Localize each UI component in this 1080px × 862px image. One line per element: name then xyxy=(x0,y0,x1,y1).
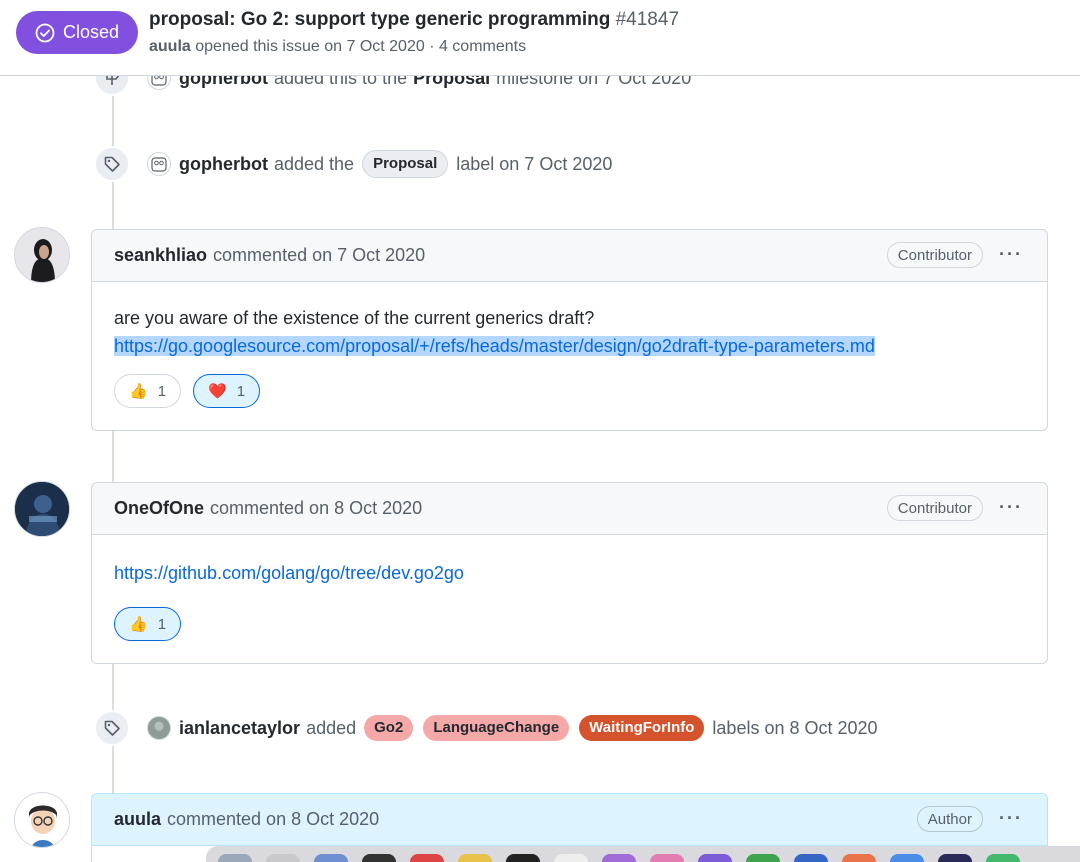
avatar-oneofone[interactable] xyxy=(14,481,70,537)
dock-app-icon[interactable] xyxy=(650,854,684,862)
issue-title: proposal: Go 2: support type generic pro… xyxy=(149,9,679,31)
comment-text: are you aware of the existence of the cu… xyxy=(114,308,595,328)
ianlancetaylor-avatar[interactable] xyxy=(147,716,171,740)
thumbs-up-icon: 👍 xyxy=(129,383,148,400)
contributor-badge: Contributor xyxy=(886,495,983,521)
comment-header: seankhliao commented on 7 Oct 2020 Contr… xyxy=(92,230,1047,282)
dock-app-icon[interactable] xyxy=(554,854,588,862)
dock-app-icon[interactable] xyxy=(938,854,972,862)
dock-app-icon[interactable] xyxy=(362,854,396,862)
reaction-count: 1 xyxy=(236,382,246,400)
dock-app-icon[interactable] xyxy=(602,854,636,862)
tag-icon xyxy=(94,146,130,182)
comment-oneofone: OneOfOne commented on 8 Oct 2020 Contrib… xyxy=(91,482,1048,664)
dock-app-icon[interactable] xyxy=(314,854,348,862)
event-text: gopherbot added the Proposal label on 7 … xyxy=(179,150,612,178)
more-options-icon[interactable]: ··· xyxy=(999,808,1023,829)
dock-app-icon[interactable] xyxy=(458,854,492,862)
issue-opened-text: opened this issue on 7 Oct 2020 · 4 comm… xyxy=(195,38,527,55)
comment-link[interactable]: https://go.googlesource.com/proposal/+/r… xyxy=(114,336,875,356)
comment-link[interactable]: https://github.com/golang/go/tree/dev.go… xyxy=(114,563,464,583)
comment-body: are you aware of the existence of the cu… xyxy=(92,282,1047,360)
dock-app-icon[interactable] xyxy=(266,854,300,862)
comment-author[interactable]: seankhliao xyxy=(114,245,207,266)
reaction-heart[interactable]: ❤️ 1 xyxy=(193,374,261,408)
label-go2[interactable]: Go2 xyxy=(364,715,414,741)
heart-icon: ❤️ xyxy=(208,383,227,400)
dock-app-icon[interactable] xyxy=(890,854,924,862)
event-text: ianlancetaylor added Go2 LanguageChange … xyxy=(179,715,878,741)
dock-app-icon[interactable] xyxy=(218,854,252,862)
avatar-seankhliao[interactable] xyxy=(14,227,70,283)
dock-app-icon[interactable] xyxy=(746,854,780,862)
comment-seankhliao: seankhliao commented on 7 Oct 2020 Contr… xyxy=(91,229,1048,431)
label-proposal[interactable]: Proposal xyxy=(362,150,449,178)
issue-title-text: proposal: Go 2: support type generic pro… xyxy=(149,9,611,30)
state-label: Closed xyxy=(62,22,120,42)
check-circle-icon xyxy=(35,23,55,42)
more-options-icon[interactable]: ··· xyxy=(999,244,1023,265)
reaction-count: 1 xyxy=(157,615,167,633)
timeline-event-labels: ianlancetaylor added Go2 LanguageChange … xyxy=(94,710,878,746)
comment-body: https://github.com/golang/go/tree/dev.go… xyxy=(92,535,1047,587)
reactions-bar: 👍 1 ❤️ 1 xyxy=(92,360,1047,430)
comment-header: OneOfOne commented on 8 Oct 2020 Contrib… xyxy=(92,483,1047,535)
event-suffix: labels on 8 Oct 2020 xyxy=(712,717,878,738)
event-action: added the xyxy=(273,153,355,174)
dock-app-icon[interactable] xyxy=(410,854,444,862)
dock-app-icon[interactable] xyxy=(698,854,732,862)
contributor-badge: Contributor xyxy=(886,242,983,268)
comment-meta[interactable]: commented on 8 Oct 2020 xyxy=(210,498,422,519)
issue-meta: auula opened this issue on 7 Oct 2020 · … xyxy=(149,38,526,56)
label-waitingforinfo[interactable]: WaitingForInfo xyxy=(579,715,705,741)
event-suffix: label on 7 Oct 2020 xyxy=(456,153,613,174)
more-options-icon[interactable]: ··· xyxy=(999,497,1023,518)
reaction-count: 1 xyxy=(157,382,167,400)
closed-state-badge: Closed xyxy=(16,11,138,54)
gopherbot-avatar[interactable] xyxy=(147,152,171,176)
comment-meta[interactable]: commented on 8 Oct 2020 xyxy=(167,809,379,830)
issue-opener-link[interactable]: auula xyxy=(149,38,191,55)
event-actor[interactable]: gopherbot xyxy=(179,154,268,175)
comment-meta[interactable]: commented on 7 Oct 2020 xyxy=(213,245,425,266)
thumbs-up-icon: 👍 xyxy=(129,616,148,633)
dock-app-icon[interactable] xyxy=(794,854,828,862)
avatar-auula[interactable] xyxy=(14,792,70,848)
timeline-event-label: gopherbot added the Proposal label on 7 … xyxy=(94,146,612,182)
issue-number: #41847 xyxy=(615,9,680,30)
reaction-thumbs-up[interactable]: 👍 1 xyxy=(114,374,182,408)
label-languagechange[interactable]: LanguageChange xyxy=(423,715,570,741)
event-actor[interactable]: ianlancetaylor xyxy=(179,718,300,739)
reaction-thumbs-up[interactable]: 👍 1 xyxy=(114,607,182,641)
author-badge: Author xyxy=(916,806,983,832)
reactions-bar: 👍 1 xyxy=(92,587,1047,663)
tag-icon xyxy=(94,710,130,746)
comment-header: auula commented on 8 Oct 2020 Author ··· xyxy=(92,794,1047,846)
comment-author[interactable]: OneOfOne xyxy=(114,498,204,519)
dock-app-icon[interactable] xyxy=(506,854,540,862)
event-action: added xyxy=(306,717,357,738)
macos-dock xyxy=(206,846,1080,862)
dock-app-icon[interactable] xyxy=(842,854,876,862)
issue-header: Closed proposal: Go 2: support type gene… xyxy=(0,0,1080,76)
comment-author[interactable]: auula xyxy=(114,809,161,830)
dock-app-icon[interactable] xyxy=(986,854,1020,862)
